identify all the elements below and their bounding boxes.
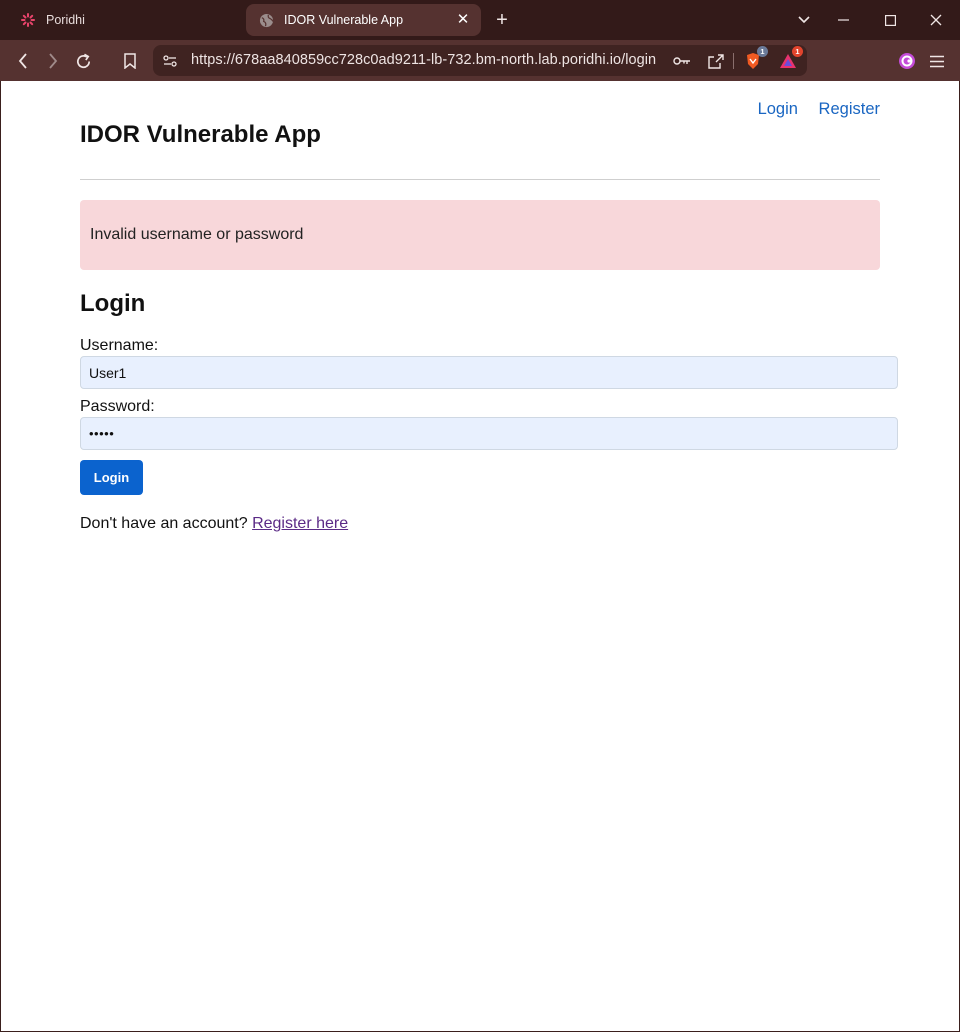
tab-title: Poridhi xyxy=(46,13,85,27)
nav-register-link[interactable]: Register xyxy=(819,100,880,118)
tab-search-chevron-icon[interactable] xyxy=(794,10,814,30)
maximize-window-icon[interactable] xyxy=(880,10,900,30)
error-message: Invalid username or password xyxy=(90,226,304,243)
register-prompt-line: Don't have an account? Register here xyxy=(80,515,348,533)
brave-rewards-icon[interactable]: 1 xyxy=(778,46,803,71)
brave-shields-icon[interactable]: 1 xyxy=(743,46,768,71)
minimize-window-icon[interactable] xyxy=(834,10,854,30)
login-heading: Login xyxy=(80,290,146,317)
header-divider xyxy=(80,179,880,180)
share-icon[interactable] xyxy=(706,51,726,71)
site-title: IDOR Vulnerable App xyxy=(80,121,321,148)
top-nav: Login Register xyxy=(742,100,880,119)
new-tab-button[interactable]: + xyxy=(492,10,512,30)
login-button[interactable]: Login xyxy=(80,460,143,495)
tab-idor-app[interactable]: IDOR Vulnerable App ✕ xyxy=(246,4,481,36)
register-here-link[interactable]: Register here xyxy=(252,515,348,532)
reload-button[interactable] xyxy=(72,50,94,72)
tab-poridhi[interactable]: Poridhi xyxy=(8,4,238,36)
page-viewport: Login Register IDOR Vulnerable App Inval… xyxy=(1,81,959,1031)
leo-ai-icon[interactable] xyxy=(896,50,918,72)
back-button[interactable] xyxy=(12,50,34,72)
forward-button[interactable] xyxy=(42,50,64,72)
toolbar-divider xyxy=(733,53,734,69)
bookmark-icon[interactable] xyxy=(119,50,141,72)
close-window-icon[interactable] xyxy=(926,10,946,30)
browser-tab-strip: Poridhi IDOR Vulnerable App ✕ + xyxy=(0,0,960,40)
password-label: Password: xyxy=(80,398,155,415)
tab-title: IDOR Vulnerable App xyxy=(284,13,404,27)
poridhi-spinner-icon xyxy=(20,12,36,28)
close-tab-icon[interactable]: ✕ xyxy=(455,12,471,28)
globe-icon xyxy=(258,12,274,28)
password-input[interactable]: ••••• xyxy=(80,417,898,450)
url-text: https://678aa840859cc728c0ad9211-lb-732.… xyxy=(191,52,657,68)
key-icon[interactable] xyxy=(672,51,692,71)
menu-icon[interactable] xyxy=(926,50,948,72)
browser-toolbar: https://678aa840859cc728c0ad9211-lb-732.… xyxy=(0,40,960,81)
rewards-count-badge: 1 xyxy=(792,46,803,57)
username-input[interactable]: User1 xyxy=(80,356,898,389)
username-label: Username: xyxy=(80,337,159,354)
error-alert: Invalid username or password xyxy=(80,200,880,270)
nav-login-link[interactable]: Login xyxy=(758,100,798,118)
address-bar[interactable]: https://678aa840859cc728c0ad9211-lb-732.… xyxy=(153,45,807,76)
site-settings-icon[interactable] xyxy=(160,51,180,71)
register-prompt-text: Don't have an account? xyxy=(80,515,248,532)
shields-count-badge: 1 xyxy=(757,46,768,57)
